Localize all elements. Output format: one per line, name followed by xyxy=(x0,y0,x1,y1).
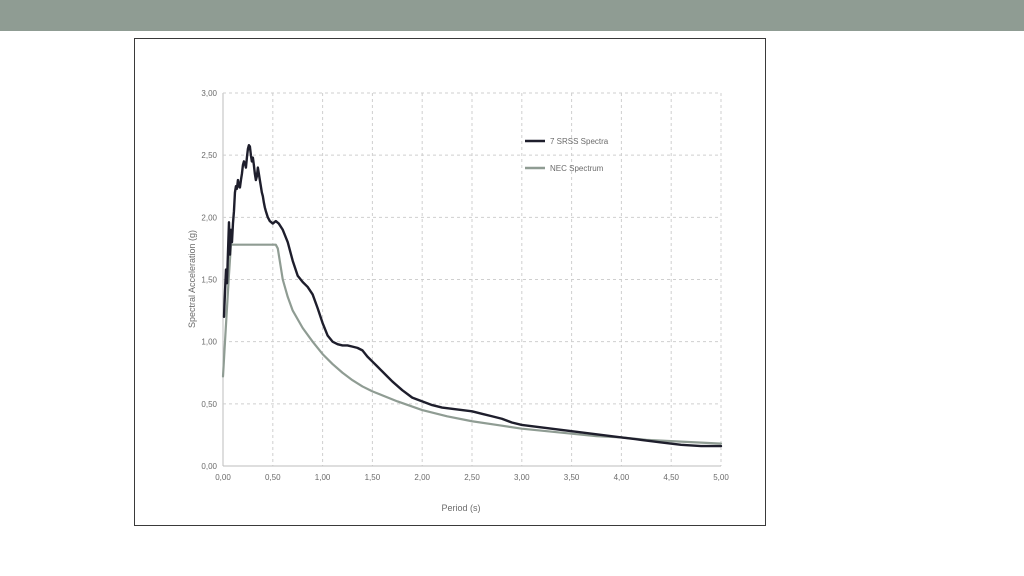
x-tick-label: 2,50 xyxy=(464,473,480,482)
x-tick-label: 4,50 xyxy=(663,473,679,482)
y-tick-label: 0,00 xyxy=(201,462,217,471)
chart-frame: 0,00 0,50 1,00 1,50 2,00 2,50 3,00 3,50 4,00 4,50… xyxy=(134,38,766,526)
x-tick-label: 0,00 xyxy=(215,473,231,482)
spectral-acceleration-chart: 0,00 0,50 1,00 1,50 2,00 2,50 3,00 3,50 4,00 4,50… xyxy=(187,89,729,513)
y-tick-label: 2,00 xyxy=(201,213,217,222)
top-banner xyxy=(0,0,1024,31)
y-tick-label: 1,50 xyxy=(201,276,217,285)
legend-label-srss: 7 SRSS Spectra xyxy=(550,137,609,146)
x-tick-label: 3,00 xyxy=(514,473,530,482)
x-tick-label: 4,00 xyxy=(614,473,630,482)
x-tick-label: 0,50 xyxy=(265,473,281,482)
y-tick-label: 2,50 xyxy=(201,151,217,160)
y-tick-label: 0,50 xyxy=(201,400,217,409)
tick-labels: 0,00 0,50 1,00 1,50 2,00 2,50 3,00 3,50 4,00 4,50… xyxy=(201,89,729,482)
x-tick-label: 1,50 xyxy=(365,473,381,482)
x-tick-label: 5,00 xyxy=(713,473,729,482)
x-tick-label: 2,00 xyxy=(414,473,430,482)
y-tick-label: 1,00 xyxy=(201,338,217,347)
x-tick-label: 1,00 xyxy=(315,473,331,482)
grid xyxy=(222,92,722,467)
x-tick-label: 3,50 xyxy=(564,473,580,482)
legend-label-nec: NEC Spectrum xyxy=(550,164,604,173)
y-axis-title: Spectral Acceleration (g) xyxy=(187,230,197,328)
y-tick-label: 3,00 xyxy=(201,89,217,98)
x-axis-title: Period (s) xyxy=(441,503,480,513)
